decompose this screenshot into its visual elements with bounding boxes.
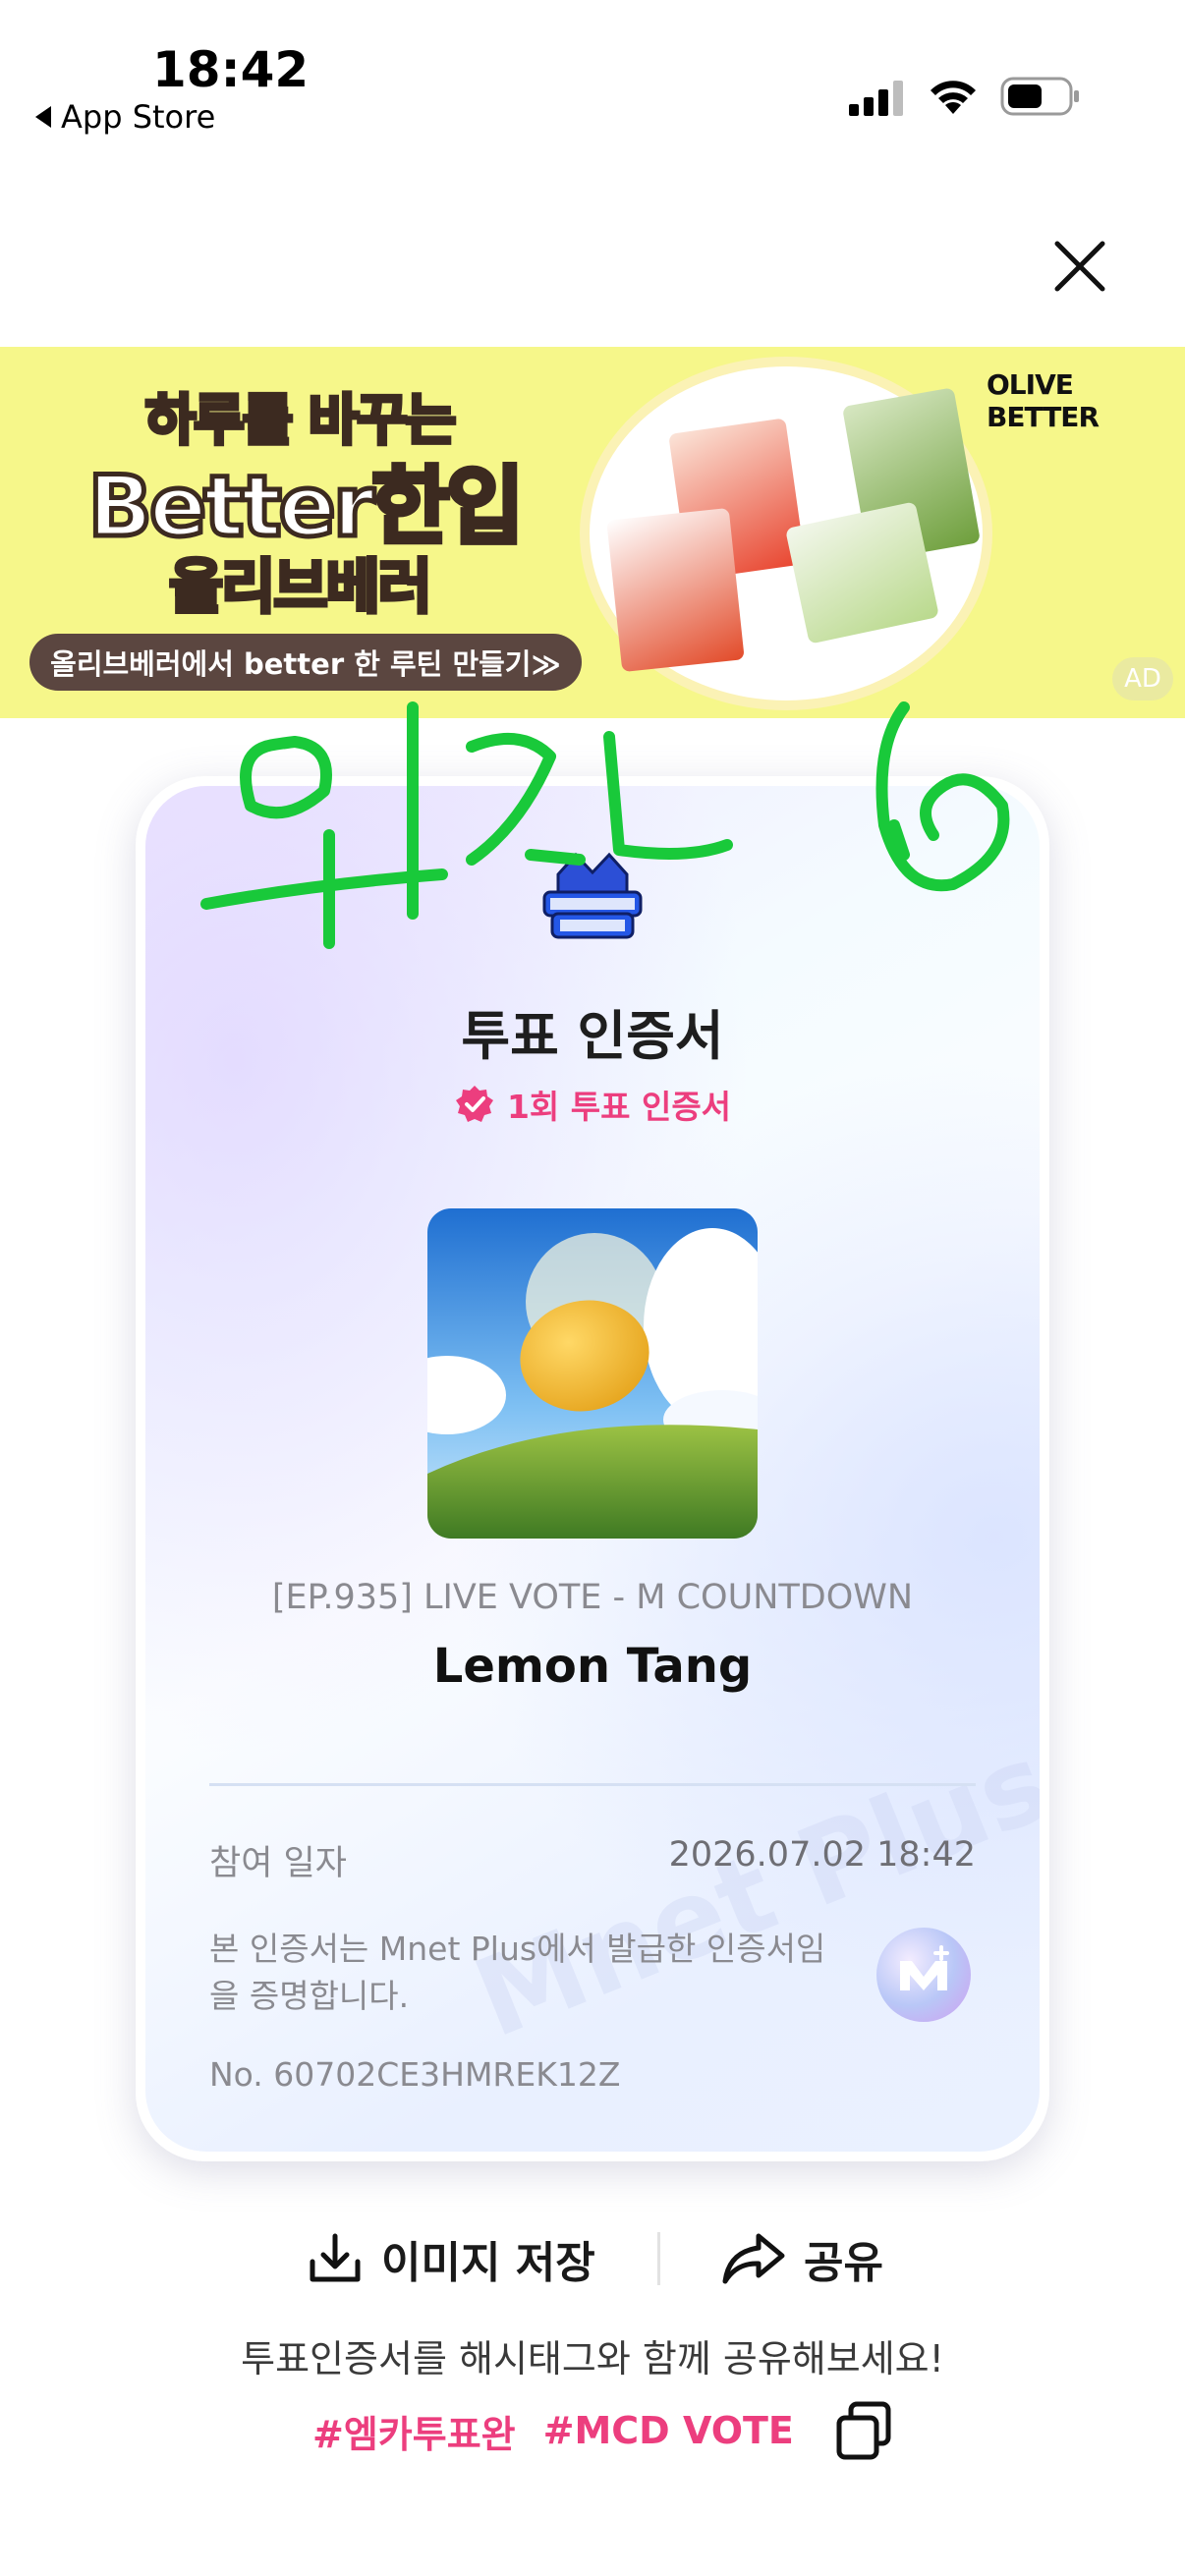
back-app-label: App Store (61, 98, 216, 136)
ad-banner[interactable]: 하루를 바꾸는 Better한입 올리브베러 올리브베러에서 better 한 … (0, 347, 1185, 718)
participation-date-label: 참여 일자 (209, 1844, 347, 1883)
status-time: 18:42 (152, 41, 310, 98)
participation-date-value: 2026.07.02 18:42 (668, 1835, 976, 1875)
close-icon[interactable] (1045, 232, 1114, 301)
certificate-title: 투표 인증서 (461, 1005, 724, 1067)
back-to-app-store[interactable]: App Store (35, 98, 215, 136)
ad-product-image (580, 357, 992, 710)
save-image-label: 이미지 저장 (381, 2238, 595, 2288)
certificate-body: Mnet Plus 투표 인증서 1회 투표 인증서 [EP.935] LIVE… (145, 786, 1040, 2152)
share-hint-text: 투표인증서를 해시태그와 함께 공유해보세요! (241, 2337, 944, 2380)
song-title: Lemon Tang (432, 1639, 753, 1694)
share-button[interactable]: 공유 (721, 2222, 883, 2295)
ad-cta-button[interactable]: 올리브베러에서 better 한 루틴 만들기≫ (29, 634, 582, 691)
vote-certificate-card: Mnet Plus 투표 인증서 1회 투표 인증서 [EP.935] LIVE… (136, 776, 1049, 2161)
hashtag: #엠카투표완 (312, 2412, 516, 2456)
mnet-plus-icon (876, 1928, 971, 2022)
wifi-icon (931, 81, 976, 114)
share-label: 공유 (804, 2238, 883, 2288)
ad-headline-3: 올리브베러 (167, 551, 434, 624)
ad-badge: AD (1112, 657, 1173, 700)
divider (209, 1783, 976, 1786)
certificate-number: No. 60702CE3HMREK12Z (209, 2055, 621, 2094)
save-image-button[interactable]: 이미지 저장 (307, 2222, 595, 2295)
action-divider (657, 2232, 660, 2285)
ad-brand: OLIVE BETTER (987, 368, 1100, 433)
verified-badge-icon (455, 1086, 493, 1122)
hashtag: #MCD VOTE (542, 2409, 794, 2452)
share-icon (722, 2233, 785, 2284)
episode-title: [EP.935] LIVE VOTE - M COUNTDOWN (271, 1578, 914, 1617)
download-icon (310, 2233, 361, 2282)
copy-icon[interactable] (833, 2400, 894, 2461)
status-bar: 18:42 App Store (0, 0, 1185, 147)
album-art-image (427, 1208, 758, 1539)
back-arrow-icon (35, 106, 51, 128)
certificate-subtitle: 1회 투표 인증서 (145, 1081, 1040, 1128)
vote-count-label: 1회 투표 인증서 (506, 1088, 732, 1126)
product-pack (785, 501, 939, 644)
certificate-notice: 본 인증서는 Mnet Plus에서 발급한 인증서임을 증명합니다. (209, 1930, 826, 2015)
action-bar: 이미지 저장 공유 (0, 2222, 1185, 2295)
hashtag-row: #엠카투표완 #MCD VOTE (312, 2399, 894, 2462)
cellular-signal-icon (849, 81, 903, 116)
m-countdown-logo (542, 852, 643, 939)
battery-icon (1000, 77, 1079, 116)
product-pack (606, 507, 745, 673)
